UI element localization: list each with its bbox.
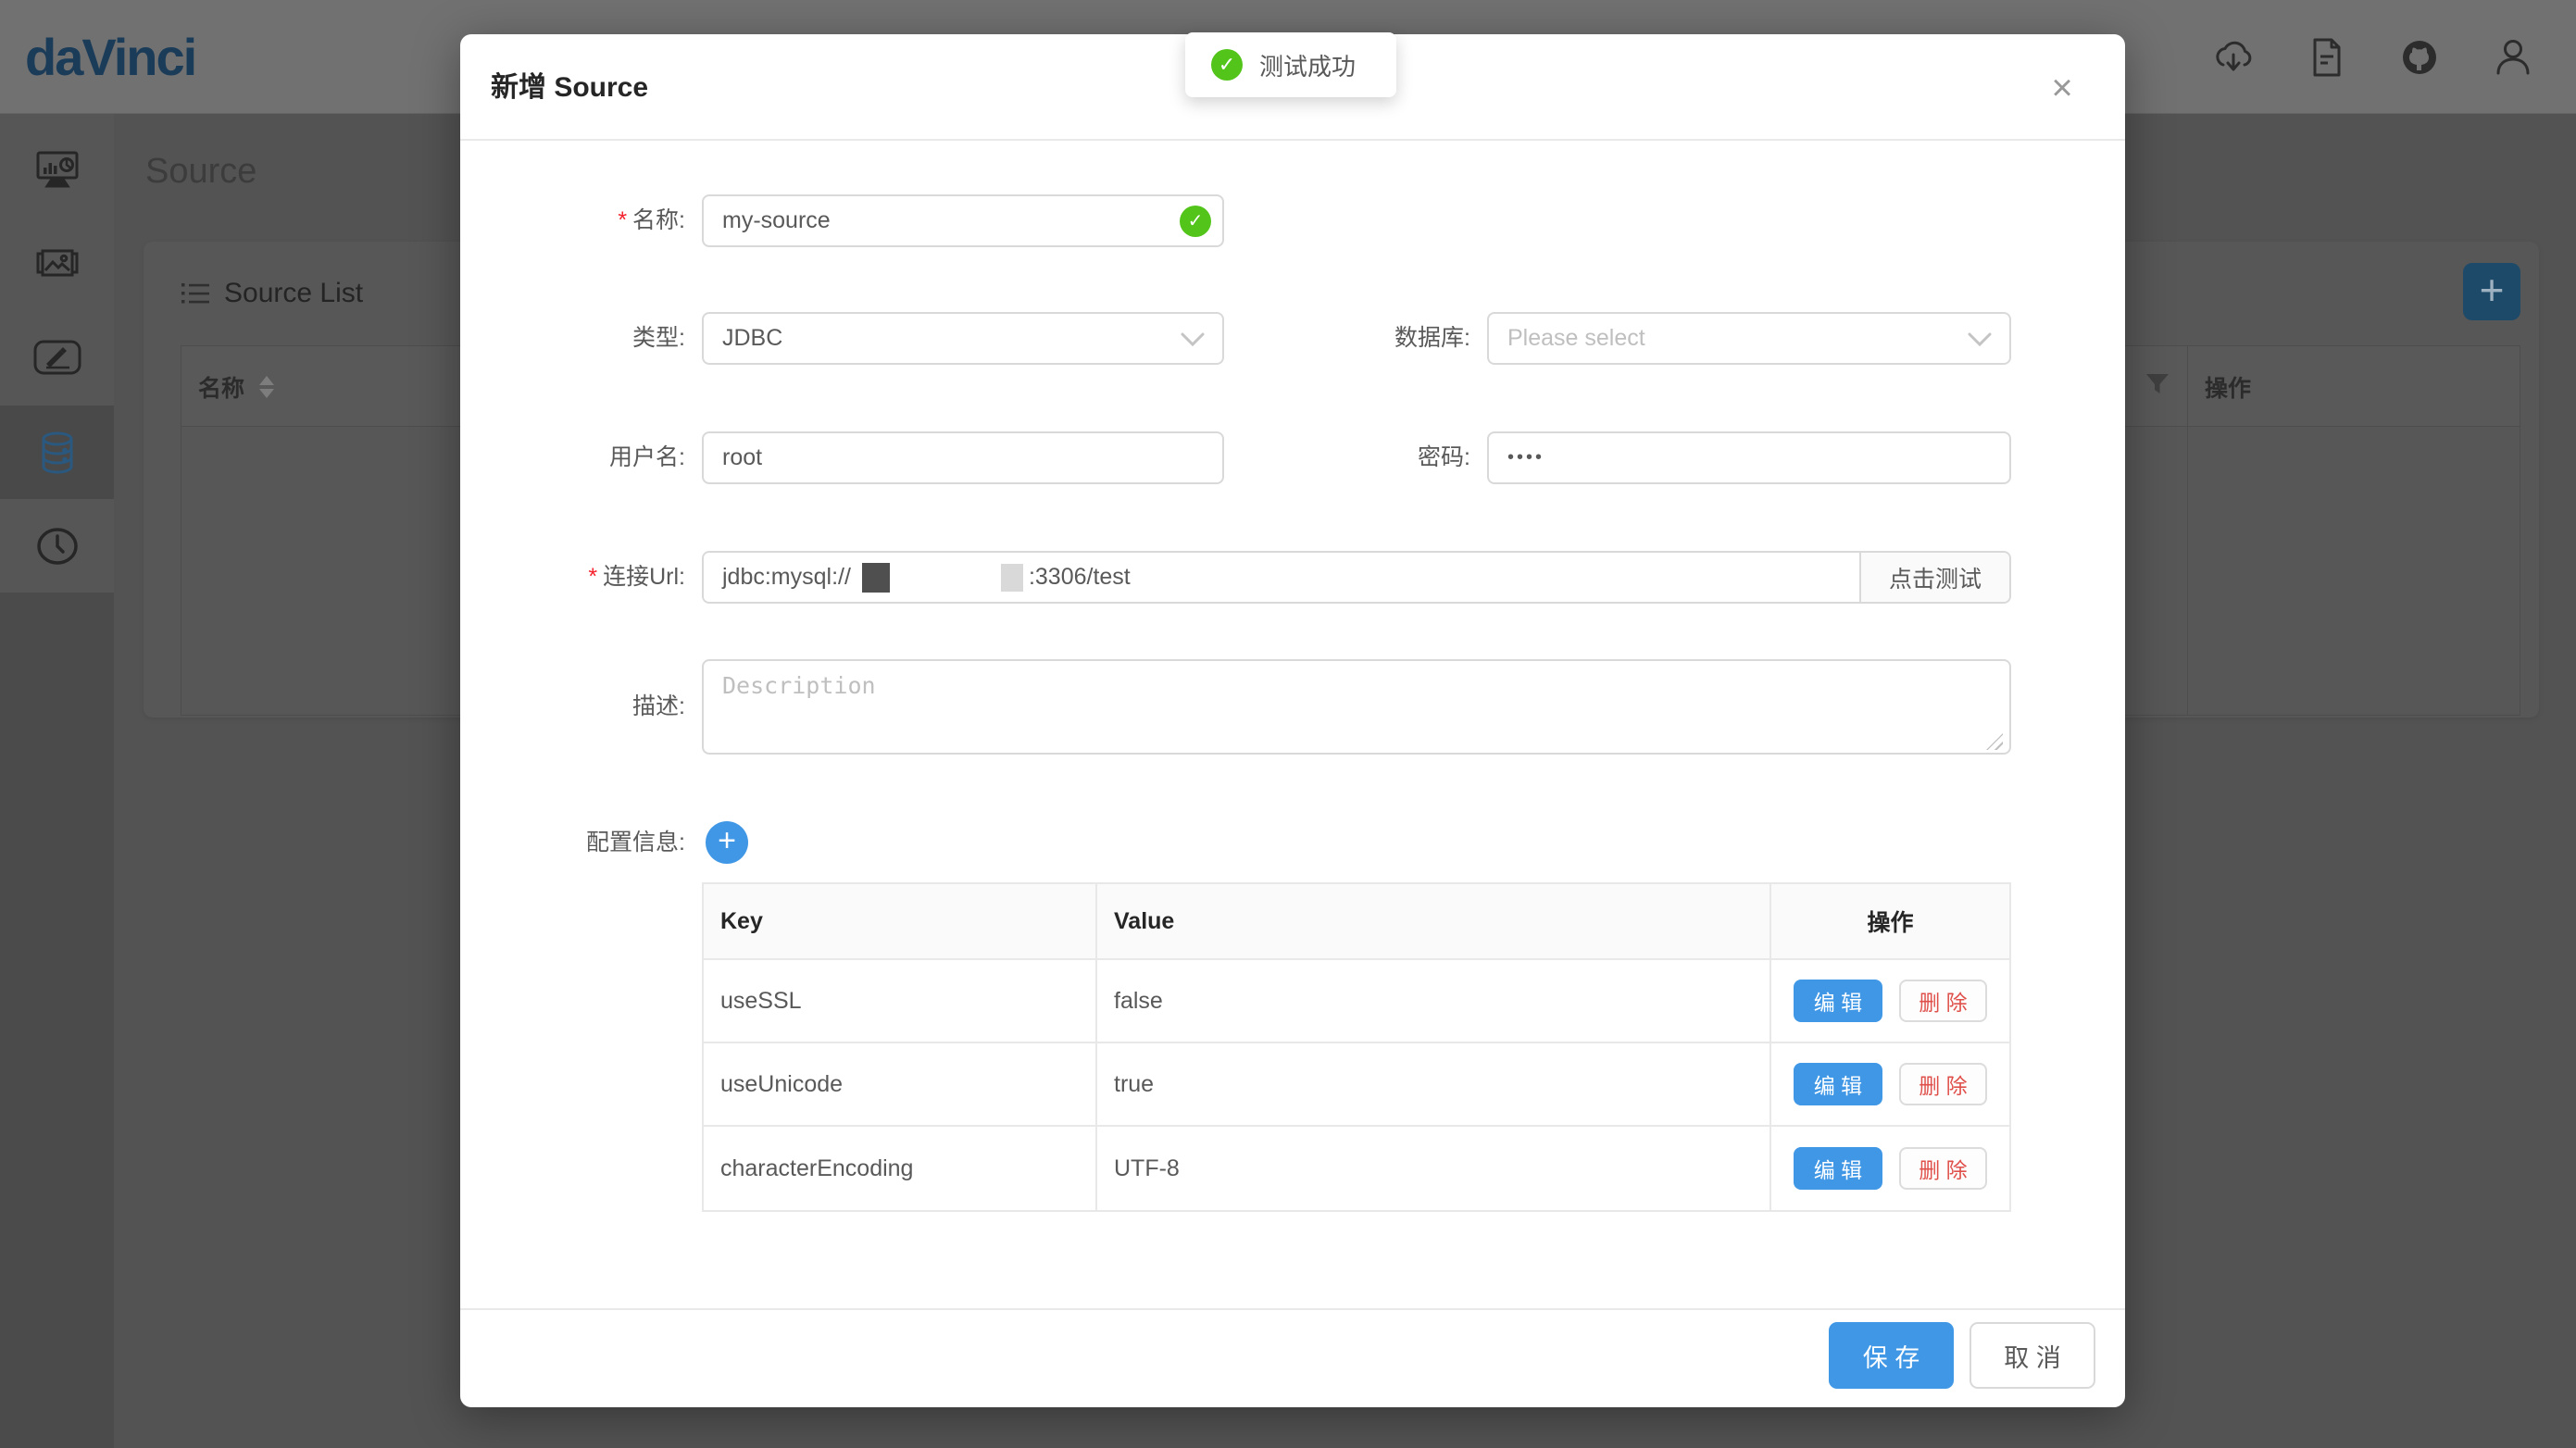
required-mark: * [588,564,597,590]
name-input[interactable] [702,194,1224,247]
config-key: characterEncoding [704,1127,1097,1210]
password-label: 密码: [1331,431,1470,484]
required-mark: * [618,207,627,233]
document-icon[interactable] [2305,35,2349,80]
name-label: *名称: [497,194,685,247]
sidebar-item-widget[interactable] [0,310,114,404]
delete-button[interactable]: 删 除 [1899,1147,1987,1190]
sort-desc-icon [259,389,274,398]
config-header-action: 操作 [1771,884,2009,958]
url-suffix: :3306/test [1029,564,1131,591]
column-header-name: 名称 [198,370,244,404]
delete-button[interactable]: 删 除 [1899,1063,1987,1105]
dashboard-icon [33,146,81,194]
edit-button[interactable]: 编 辑 [1794,1063,1882,1105]
database-label: 数据库: [1331,312,1470,365]
filter-icon[interactable] [2145,372,2170,396]
sort-asc-icon [259,376,274,385]
panel-title: Source List [181,278,363,309]
list-icon [181,281,209,306]
url-input[interactable]: jdbc:mysql:// :3306/test [704,553,1859,602]
edit-button[interactable]: 编 辑 [1794,1147,1882,1190]
description-label: 描述: [497,680,685,733]
display-icon [33,240,81,288]
type-select-value: JDBC [722,325,782,352]
add-source-modal: 新增 Source × *名称: ✓ 类型: JDBC 数据库: Please … [460,34,2125,1407]
cancel-button[interactable]: 取 消 [1970,1322,2095,1389]
save-button[interactable]: 保 存 [1829,1322,1954,1389]
config-table-row: useUnicode true 编 辑 删 除 [704,1043,2009,1127]
url-prefix: jdbc:mysql:// [722,564,851,591]
config-value: false [1097,960,1771,1042]
password-input[interactable] [1487,431,2011,484]
sidebar-item-source[interactable] [0,406,114,499]
config-key: useUnicode [704,1043,1097,1125]
redacted-host-block [862,563,890,593]
test-connection-button[interactable]: 点击测试 [1859,553,2009,602]
column-header-action: 操作 [2205,346,2251,427]
toast-message: 测试成功 [1259,48,1356,82]
url-label: *连接Url: [497,551,685,604]
close-icon[interactable]: × [2034,69,2090,110]
valid-check-icon: ✓ [1180,206,1211,237]
page-title: Source [145,152,256,192]
success-toast: ✓ 测试成功 [1185,32,1396,97]
config-table-row: characterEncoding UTF-8 编 辑 删 除 [704,1127,2009,1210]
config-value: true [1097,1043,1771,1125]
name-field-wrap: ✓ [702,194,1224,247]
add-config-button[interactable]: + [706,821,748,864]
database-select[interactable]: Please select [1487,312,2011,365]
user-icon[interactable] [2491,35,2535,80]
config-value: UTF-8 [1097,1127,1771,1210]
sidebar-item-display[interactable] [0,217,114,310]
modal-title: 新增 Source [491,34,648,141]
config-table: Key Value 操作 useSSL false 编 辑 删 除 useUni… [702,882,2011,1212]
username-label: 用户名: [497,431,685,484]
config-label: 配置信息: [497,817,685,869]
password-field-wrap [1487,431,2011,484]
success-check-icon: ✓ [1211,49,1243,81]
cloud-download-icon[interactable] [2211,35,2256,80]
app-logo: daVinci [25,0,195,114]
add-source-button[interactable]: + [2463,263,2520,320]
redacted-host-block [1001,564,1023,592]
edit-button[interactable]: 编 辑 [1794,980,1882,1022]
chevron-down-icon [1180,326,1206,352]
sidebar-item-dashboard[interactable] [0,123,114,217]
config-table-row: useSSL false 编 辑 删 除 [704,960,2009,1043]
config-table-header: Key Value 操作 [704,884,2009,960]
username-input[interactable] [702,431,1224,484]
type-label: 类型: [497,312,685,365]
type-select[interactable]: JDBC [702,312,1224,365]
chevron-down-icon [1967,326,1993,352]
config-header-key: Key [704,884,1097,958]
panel-title-text: Source List [224,278,363,309]
description-textarea[interactable] [702,659,2011,755]
sidebar-item-schedule[interactable] [0,499,114,593]
config-header-value: Value [1097,884,1771,958]
footer-divider [460,1308,2125,1310]
delete-button[interactable]: 删 除 [1899,980,1987,1022]
database-select-placeholder: Please select [1507,325,1645,352]
username-field-wrap [702,431,1224,484]
widget-icon [32,339,82,376]
sort-carets[interactable] [259,376,274,398]
config-key: useSSL [704,960,1097,1042]
database-icon [34,431,81,475]
github-icon[interactable] [2397,35,2442,80]
clock-icon [33,525,81,568]
sidebar [0,114,114,1448]
url-field-group: jdbc:mysql:// :3306/test 点击测试 [702,551,2011,604]
